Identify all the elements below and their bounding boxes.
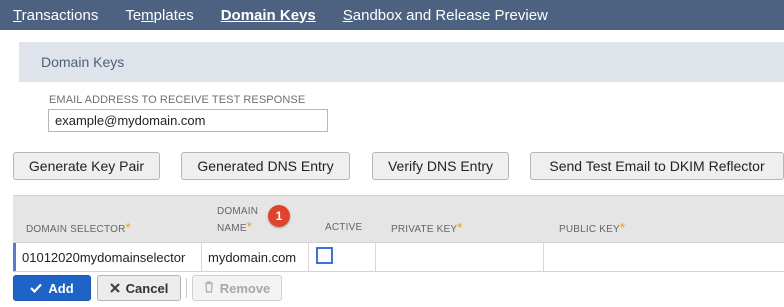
cancel-button-label: Cancel	[125, 280, 169, 296]
nav-domain-keys-label: omain Keys	[231, 6, 316, 24]
nav-templates-accesskey: m	[141, 6, 154, 24]
button-separator	[186, 278, 187, 298]
column-divider	[308, 243, 309, 271]
section-title: Domain Keys	[41, 54, 125, 70]
generated-dns-entry-button[interactable]: Generated DNS Entry	[181, 152, 350, 180]
add-button[interactable]: Add	[13, 275, 91, 301]
cell-domain-selector[interactable]: 01012020mydomainselector	[22, 243, 185, 271]
remove-button-label: Remove	[219, 280, 271, 296]
cell-public-key[interactable]	[544, 243, 784, 271]
column-header-domain-name[interactable]: DOMAIN NAME*	[217, 204, 258, 236]
nav-domain-keys-accesskey: D	[220, 6, 232, 24]
cancel-button[interactable]: Cancel	[97, 275, 181, 301]
verify-dns-entry-button[interactable]: Verify DNS Entry	[372, 152, 509, 180]
trash-icon	[204, 280, 214, 296]
column-header-domain-name-line2: NAME	[217, 223, 247, 234]
nav-templates-label-a: Te	[125, 6, 142, 24]
nav-sandbox[interactable]: Sandbox and Release Preview	[343, 7, 548, 24]
required-mark: *	[246, 219, 252, 234]
column-header-domain-selector-label: DOMAIN SELECTOR	[26, 224, 126, 235]
required-mark: *	[619, 220, 626, 235]
top-nav: Transactions Templates Domain Keys Sandb…	[0, 0, 784, 30]
required-mark: *	[125, 220, 131, 235]
column-header-domain-name-line1: DOMAIN	[217, 206, 259, 217]
active-checkbox[interactable]	[316, 247, 333, 264]
remove-button[interactable]: Remove	[192, 275, 282, 301]
nav-domain-keys[interactable]: Domain Keys	[221, 7, 316, 24]
column-header-public-key-label: PUBLIC KEY	[559, 224, 620, 235]
nav-transactions-accesskey: T	[13, 6, 22, 24]
column-header-public-key[interactable]: PUBLIC KEY*	[559, 220, 625, 235]
cell-private-key[interactable]	[376, 243, 542, 271]
step-badge: 1	[268, 205, 290, 227]
add-button-label: Add	[48, 280, 74, 296]
nav-sandbox-accesskey: S	[342, 6, 353, 24]
check-icon	[30, 281, 43, 296]
nav-transactions[interactable]: Transactions	[13, 7, 98, 24]
column-header-private-key[interactable]: PRIVATE KEY*	[391, 220, 463, 235]
nav-sandbox-label: andbox and Release Preview	[352, 6, 548, 24]
nav-templates-label-b: plates	[153, 6, 194, 24]
email-field-label: EMAIL ADDRESS TO RECEIVE TEST RESPONSE	[49, 94, 306, 106]
cell-domain-name[interactable]: mydomain.com	[208, 243, 296, 271]
generate-key-pair-button[interactable]: Generate Key Pair	[13, 152, 160, 180]
table-row[interactable]: 01012020mydomainselector mydomain.com	[13, 242, 784, 272]
send-test-email-button[interactable]: Send Test Email to DKIM Reflector	[530, 152, 784, 180]
column-header-domain-selector[interactable]: DOMAIN SELECTOR*	[26, 220, 131, 235]
x-icon	[109, 281, 120, 296]
row-selection-indicator	[13, 243, 16, 271]
column-header-active[interactable]: ACTIVE	[325, 222, 362, 233]
required-mark: *	[457, 220, 463, 235]
column-header-private-key-label: PRIVATE KEY	[391, 224, 458, 235]
nav-templates[interactable]: Templates	[125, 7, 193, 24]
table-header: DOMAIN SELECTOR* DOMAIN NAME* ACTIVE PRI…	[13, 195, 784, 242]
email-field[interactable]	[48, 109, 328, 132]
section-header: Domain Keys	[19, 42, 784, 82]
column-divider	[201, 243, 202, 271]
nav-transactions-label: ransactions	[21, 6, 99, 24]
